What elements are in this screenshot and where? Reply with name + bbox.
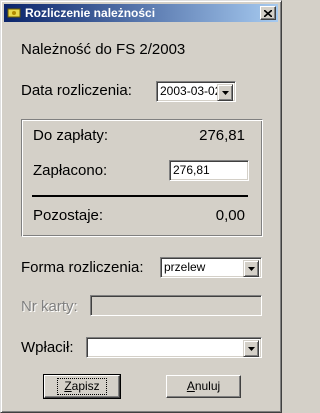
cancel-button[interactable]: Anuluj [166, 375, 241, 398]
dropdown-arrow-icon[interactable] [243, 340, 259, 357]
money-icon [7, 6, 21, 20]
summary-separator [32, 195, 248, 197]
nr-karty-label: Nr karty: [21, 298, 78, 315]
pozostaje-label: Pozostaje: [33, 207, 104, 224]
forma-rozliczenia-label: Forma rozliczenia: [21, 259, 144, 276]
nr-karty-input [90, 295, 262, 316]
pozostaje-value: 0,00 [215, 207, 245, 224]
forma-rozliczenia-value: przelew [164, 260, 206, 274]
do-zaplaty-value: 276,81 [199, 127, 245, 144]
wplacil-label: Wpłacił: [21, 339, 74, 356]
save-button-label: Zapisz [57, 378, 107, 395]
title-bar[interactable]: Rozliczenie należności [4, 4, 278, 22]
save-button[interactable]: Zapisz [43, 374, 121, 399]
date-value: 2003-03-02 [160, 84, 222, 98]
forma-rozliczenia-select[interactable]: przelew [160, 257, 262, 278]
zaplacono-input[interactable]: 276,81 [169, 160, 249, 181]
date-picker[interactable]: 2003-03-02 [156, 81, 236, 102]
cancel-button-label: Anuluj [186, 379, 221, 393]
dropdown-arrow-icon[interactable] [217, 84, 233, 101]
window-title: Rozliczenie należności [25, 6, 156, 20]
wplacil-select[interactable] [86, 337, 262, 358]
close-icon [264, 9, 272, 17]
do-zaplaty-label: Do zapłaty: [33, 127, 109, 144]
zaplacono-input-value: 276,81 [173, 163, 210, 177]
dropdown-arrow-icon[interactable] [243, 260, 259, 277]
zaplacono-label: Zapłacono: [33, 162, 108, 179]
close-button[interactable] [260, 6, 276, 20]
document-heading: Należność do FS 2/2003 [21, 41, 186, 58]
data-rozliczenia-label: Data rozliczenia: [21, 82, 132, 99]
dialog-window: Rozliczenie należności Należność do FS 2… [0, 0, 282, 413]
